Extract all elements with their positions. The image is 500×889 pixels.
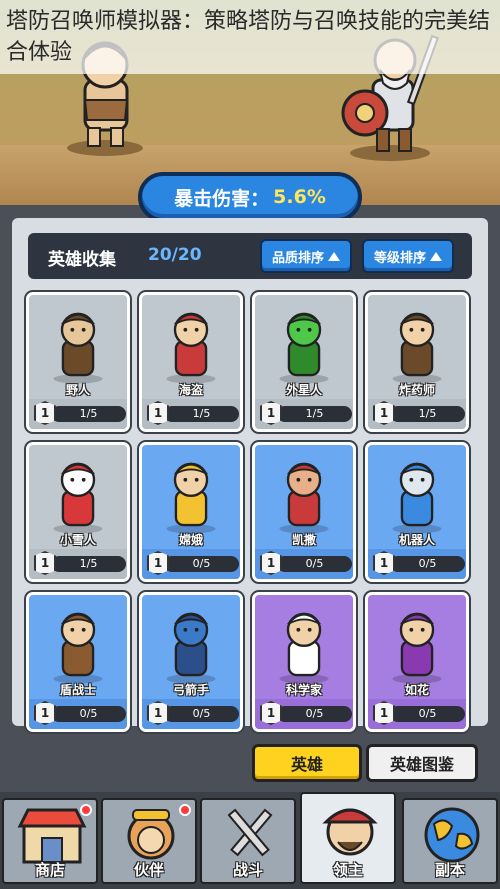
hero-level-badge: 1 (260, 701, 282, 725)
notification-dot (179, 804, 191, 816)
hero-level-badge: 1 (34, 701, 56, 725)
hero-card[interactable]: 如花 0/5 1 (365, 592, 469, 732)
sort-level-button[interactable]: 等级排序 (362, 239, 454, 273)
notification-dot (80, 804, 92, 816)
nav-shop-label: 商店 (34, 861, 65, 879)
hero-progress: 1/5 (277, 406, 352, 422)
bottom-nav: 商店 伙伴 战斗 领主 副本 (0, 792, 500, 889)
sort-quality-button[interactable]: 品质排序 (260, 239, 352, 273)
hero-name: 如花 (404, 683, 429, 697)
hero-level-badge: 1 (147, 551, 169, 575)
hero-level-badge: 1 (260, 401, 282, 425)
sort-up-icon (328, 251, 340, 261)
caesar-icon (279, 462, 329, 534)
nav-dungeon-label: 副本 (434, 861, 465, 879)
pirate-icon (166, 312, 216, 384)
hero-progress: 0/5 (277, 556, 352, 572)
hero-progress: 0/5 (390, 706, 465, 722)
nav-battle[interactable]: 战斗 (200, 798, 296, 884)
tab-hero-atlas[interactable]: 英雄图鉴 (366, 744, 478, 782)
nav-battle-label: 战斗 (232, 861, 263, 879)
hero-progress: 0/5 (164, 556, 239, 572)
alien-icon (279, 312, 329, 384)
collection-header: 英雄收集 20/20 品质排序 等级排序 (28, 233, 472, 279)
hero-name: 小雪人 (59, 533, 96, 547)
hero-name: 弓箭手 (172, 683, 209, 697)
hero-card[interactable]: 凯撒 0/5 1 (252, 442, 356, 582)
hero-card[interactable]: 炸药师 1/5 1 (365, 292, 469, 432)
hero-level-badge: 1 (373, 701, 395, 725)
hero-name: 外星人 (285, 383, 322, 397)
hero-name: 嫦娥 (178, 533, 203, 547)
nav-partner-label: 伙伴 (133, 861, 164, 879)
hero-progress: 1/5 (51, 556, 126, 572)
nav-shop[interactable]: 商店 (2, 798, 98, 884)
hero-progress: 1/5 (51, 406, 126, 422)
hero-card[interactable]: 盾战士 0/5 1 (26, 592, 130, 732)
hero-progress: 1/5 (164, 406, 239, 422)
hero-card[interactable]: 野人 1/5 1 (26, 292, 130, 432)
hero-name: 炸药师 (398, 383, 435, 397)
hero-card[interactable]: 外星人 1/5 1 (252, 292, 356, 432)
collection-count: 20/20 (148, 245, 202, 265)
hero-level-badge: 1 (260, 551, 282, 575)
hero-name: 科学家 (285, 683, 322, 697)
change-icon (166, 462, 216, 534)
hero-name: 凯撒 (291, 533, 316, 547)
collection-title: 英雄收集 (48, 250, 116, 270)
hero-level-badge: 1 (147, 401, 169, 425)
hero-progress: 0/5 (277, 706, 352, 722)
hero-level-badge: 1 (147, 701, 169, 725)
hero-card[interactable]: 弓箭手 0/5 1 (139, 592, 243, 732)
sort-up-icon (430, 251, 442, 261)
hero-name: 机器人 (398, 533, 435, 547)
nav-lord[interactable]: 领主 (300, 792, 396, 884)
sort-quality-label: 品质排序 (271, 250, 324, 266)
hero-progress: 0/5 (164, 706, 239, 722)
sort-level-label: 等级排序 (373, 250, 426, 266)
hero-level-badge: 1 (34, 551, 56, 575)
tab-hero[interactable]: 英雄 (252, 744, 362, 782)
hero-card[interactable]: 嫦娥 0/5 1 (139, 442, 243, 582)
hero-card[interactable]: 海盗 1/5 1 (139, 292, 243, 432)
archer-icon (166, 612, 216, 684)
hero-card[interactable]: 小雪人 1/5 1 (26, 442, 130, 582)
hero-level-badge: 1 (373, 401, 395, 425)
caption-text: 塔防召唤师模拟器：策略塔防与召唤技能的完美结合体验 (0, 0, 500, 74)
nav-lord-label: 领主 (332, 861, 363, 879)
crit-damage-bar: 暴击伤害： 5.6% (138, 172, 362, 222)
crit-value: 5.6% (273, 186, 326, 208)
nav-dungeon[interactable]: 副本 (402, 798, 498, 884)
hero-level-badge: 1 (373, 551, 395, 575)
hero-card[interactable]: 科学家 0/5 1 (252, 592, 356, 732)
robot-icon (392, 462, 442, 534)
snowman-icon (53, 462, 103, 534)
crit-label: 暴击伤害： (174, 187, 270, 210)
nav-partner[interactable]: 伙伴 (101, 798, 197, 884)
caveman-icon (53, 312, 103, 384)
swords-icon (227, 808, 273, 857)
hero-name: 海盗 (178, 383, 203, 397)
scientist-icon (279, 612, 329, 684)
lord-icon (322, 808, 378, 856)
hero-progress: 0/5 (390, 556, 465, 572)
hero-card[interactable]: 机器人 0/5 1 (365, 442, 469, 582)
hero-level-badge: 1 (34, 401, 56, 425)
hero-name: 野人 (65, 383, 90, 397)
hero-progress: 0/5 (51, 706, 126, 722)
hero-name: 盾战士 (59, 683, 96, 697)
globe-icon (424, 807, 480, 863)
shield-warrior-icon (53, 612, 103, 684)
hero-progress: 1/5 (390, 406, 465, 422)
bomber-icon (392, 312, 442, 384)
ruhua-icon (392, 612, 442, 684)
